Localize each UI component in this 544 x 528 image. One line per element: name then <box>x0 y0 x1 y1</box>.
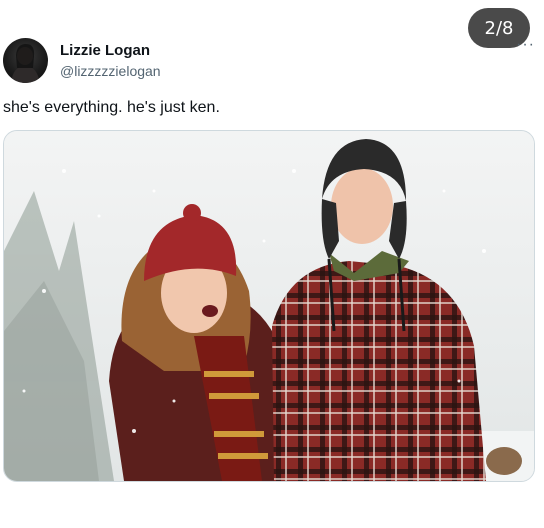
tweet-media-image[interactable] <box>3 130 535 482</box>
photo-scene <box>4 131 534 481</box>
author-name[interactable]: Lizzie Logan <box>60 42 150 59</box>
author-handle[interactable]: @lizzzzzielogan <box>60 63 161 79</box>
avatar-photo <box>11 44 40 83</box>
more-options-icon[interactable]: ··· <box>516 37 535 53</box>
avatar[interactable] <box>3 38 48 83</box>
tweet-text: she's everything. he's just ken. <box>3 99 220 116</box>
